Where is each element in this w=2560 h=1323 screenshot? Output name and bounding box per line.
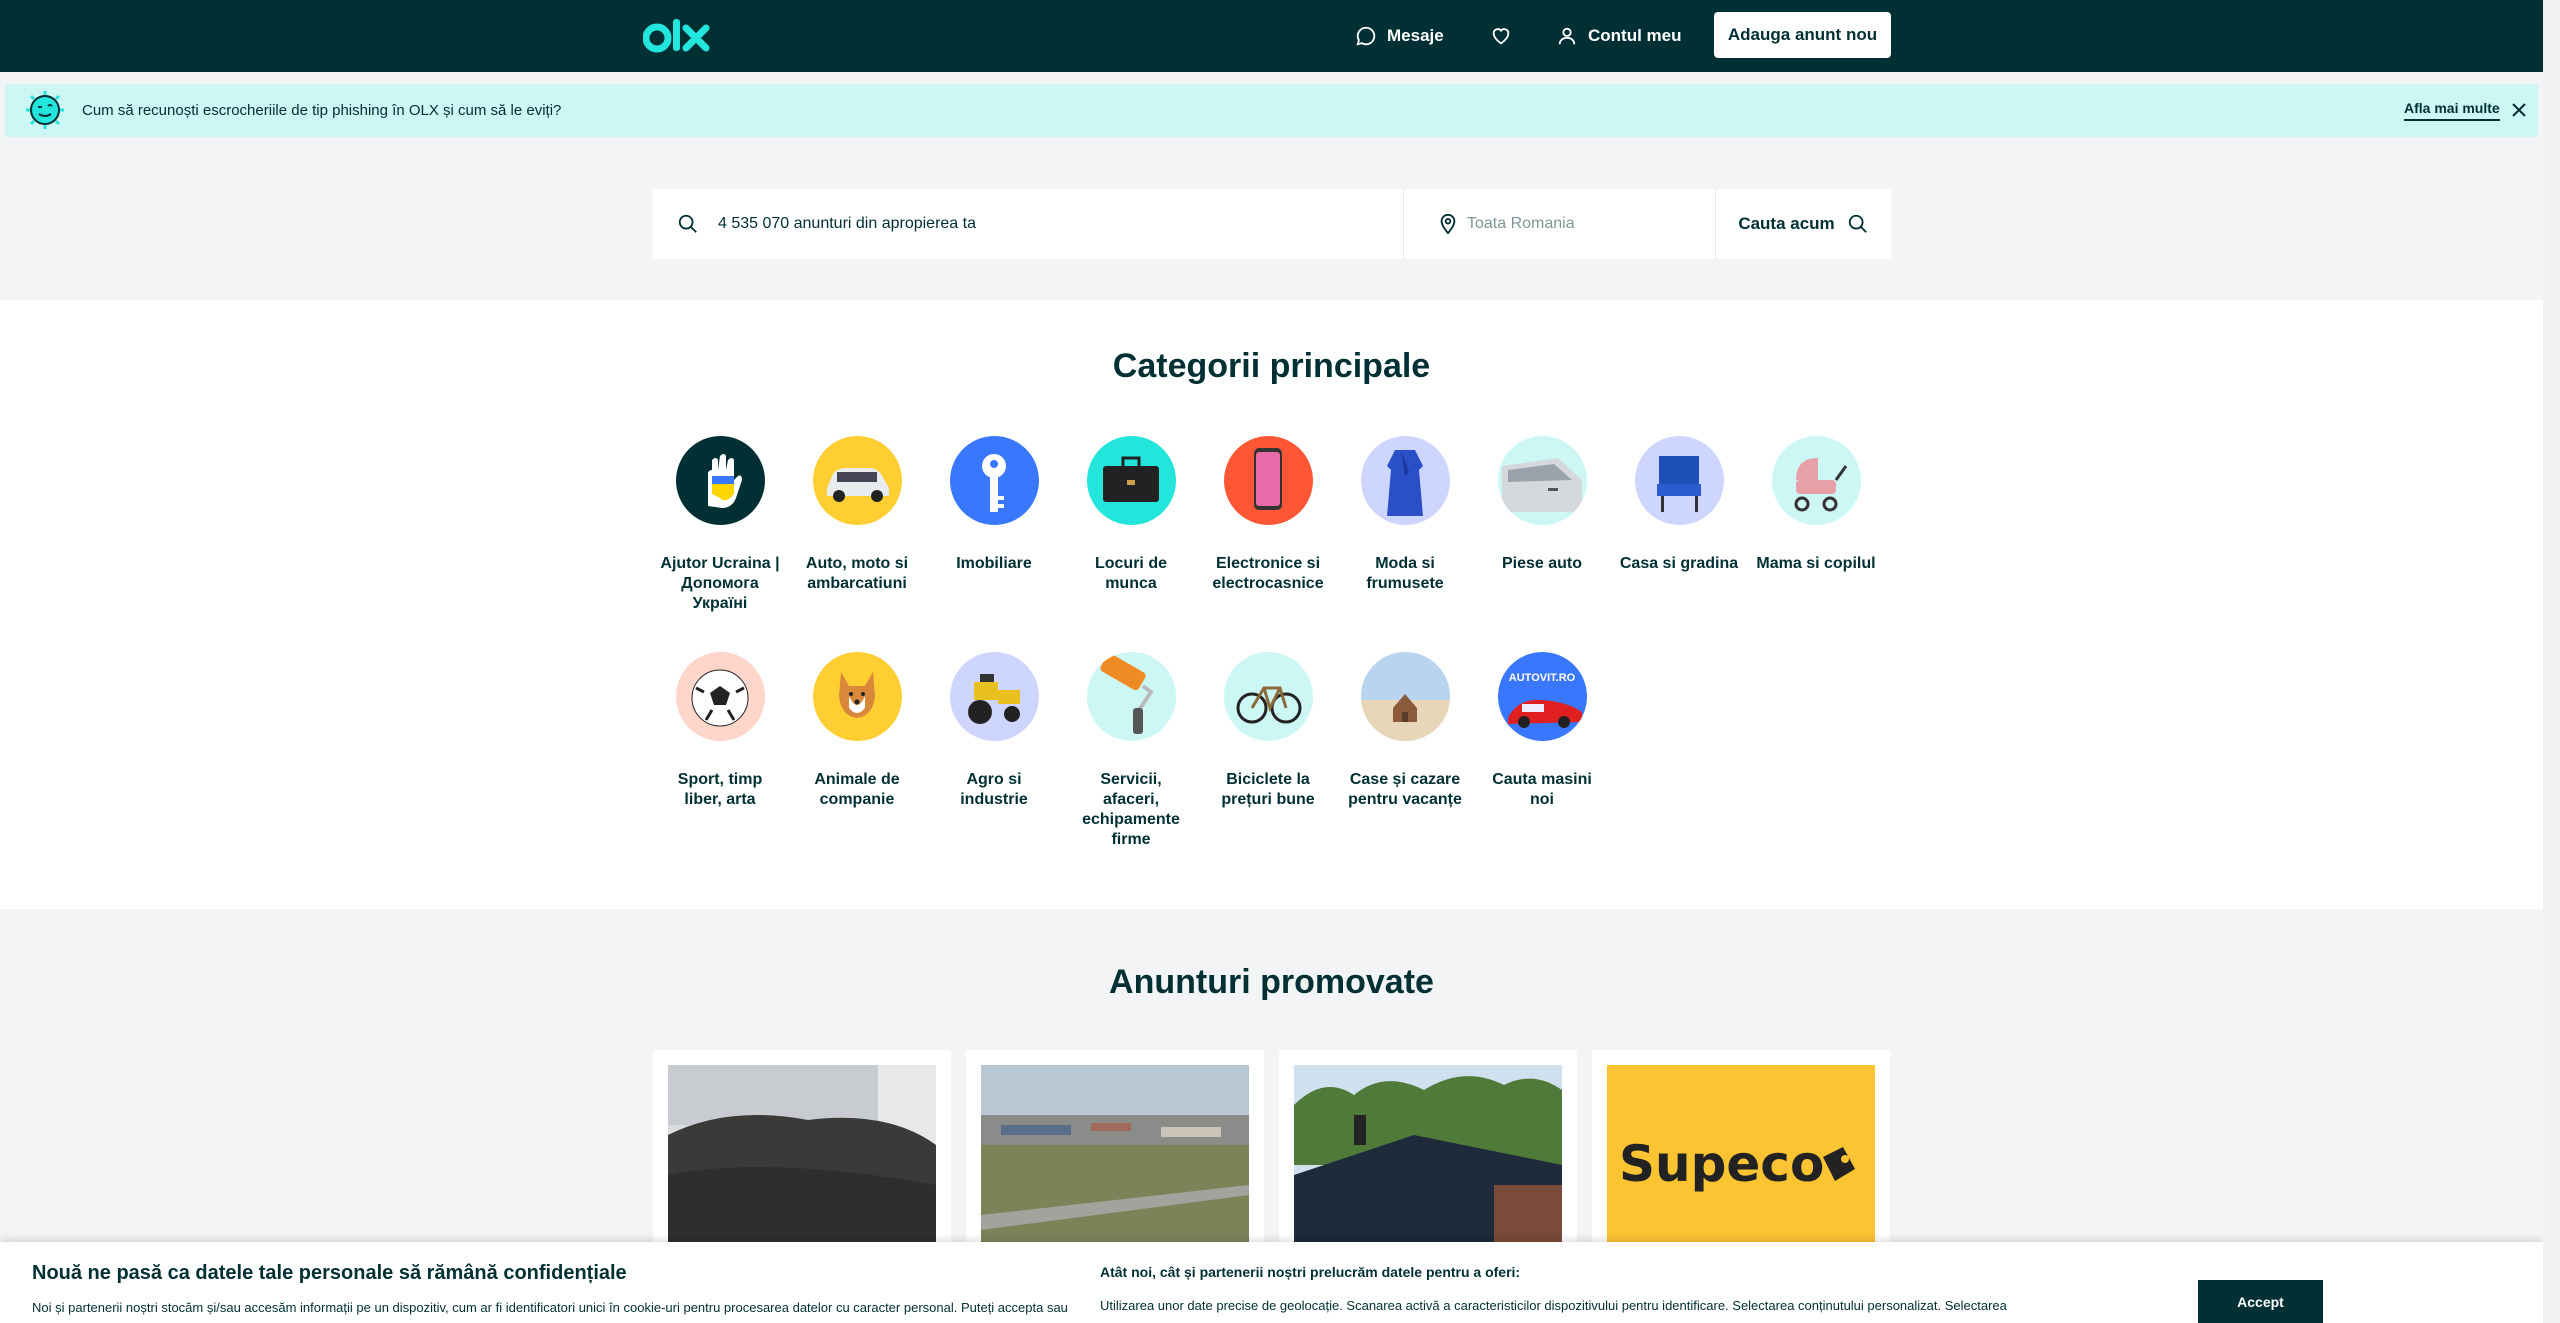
category-label: Case și cazare pentru vacanțe — [1348, 771, 1462, 808]
search-button[interactable]: Cauta acum — [1716, 189, 1891, 259]
category-item[interactable]: Biciclete la prețuri bune — [1208, 652, 1328, 810]
autovit-badge-text: AUTOVIT.RO — [1508, 672, 1576, 684]
location-placeholder: Toata Romania — [1467, 215, 1575, 232]
category-item[interactable]: Ajutor Ucraina | Допомога Україні — [660, 436, 780, 614]
car-door-icon — [1497, 436, 1587, 525]
category-item[interactable]: Agro si industrie — [934, 652, 1054, 810]
category-item[interactable]: Mama si copilul — [1756, 436, 1876, 574]
category-item[interactable]: Locuri de munca — [1071, 436, 1191, 594]
category-label: Ajutor Ucraina | Допомога Україні — [660, 555, 780, 612]
user-icon — [1558, 27, 1576, 45]
chat-bubble-icon — [1356, 26, 1376, 46]
category-label: Mama si copilul — [1756, 555, 1876, 572]
category-label: Biciclete la prețuri bune — [1221, 771, 1315, 808]
category-label: Sport, timp liber, arta — [677, 771, 763, 808]
close-icon[interactable] — [2509, 100, 2529, 120]
olx-logo-icon — [643, 19, 710, 53]
category-item[interactable]: Imobiliare — [934, 436, 1054, 574]
category-item[interactable]: Piese auto — [1482, 436, 1602, 574]
stroller-icon — [1771, 436, 1861, 525]
location-pin-icon — [1440, 213, 1456, 235]
cookie-description: Noi și partenerii noștri stocăm și/sau a… — [32, 1300, 1068, 1315]
favorites-button[interactable] — [1490, 0, 1512, 72]
briefcase-icon — [1086, 436, 1176, 525]
cookie-consent-bar: Nouă ne pasă ca datele tale personale să… — [0, 1242, 2543, 1323]
key-icon — [949, 436, 1039, 525]
search-bar: 4 535 070 anunturi din apropierea ta Toa… — [653, 189, 1891, 259]
alert-face-icon — [26, 91, 64, 129]
category-item[interactable]: Auto, moto si ambarcatiuni — [797, 436, 917, 594]
supeco-logo-text: Supeco — [1619, 1135, 1825, 1193]
categories-title: Categorii principale — [1112, 347, 1431, 385]
learn-more-link[interactable]: Afla mai multe — [2404, 100, 2500, 121]
location-input[interactable]: Toata Romania — [1404, 189, 1716, 259]
category-label: Electronice si electrocasnice — [1212, 555, 1324, 592]
account-link[interactable]: Contul meu — [1556, 0, 1682, 72]
search-icon — [1848, 214, 1867, 233]
post-ad-button[interactable]: Adauga anunt nou — [1714, 12, 1891, 58]
top-navbar: Mesaje Contul meu Adauga anunt nou — [0, 0, 2543, 72]
bicycle-icon — [1223, 652, 1313, 741]
search-query-text: 4 535 070 anunturi din apropierea ta — [718, 215, 976, 232]
autovit-icon: AUTOVIT.RO — [1497, 652, 1587, 741]
main-categories-section: Categorii principale Ajutor Ucraina | До… — [0, 300, 2543, 909]
dress-icon — [1360, 436, 1450, 525]
soil-pile-photo — [668, 1065, 936, 1250]
category-item[interactable]: Sport, timp liber, arta — [660, 652, 780, 810]
phishing-info-banner: Cum să recunoști escrocheriile de tip ph… — [5, 84, 2538, 137]
messages-link[interactable]: Mesaje — [1355, 0, 1444, 72]
tractor-icon — [949, 652, 1039, 741]
cookie-purposes-title: Atât noi, cât și partenerii noștri prelu… — [1100, 1264, 1521, 1280]
beach-house-icon — [1360, 652, 1450, 741]
house-roof-photo — [1294, 1065, 1562, 1250]
account-label: Contul meu — [1588, 26, 1682, 45]
heart-icon — [1492, 28, 1510, 45]
olx-logo[interactable] — [643, 16, 713, 56]
search-input[interactable]: 4 535 070 anunturi din apropierea ta — [653, 189, 1404, 259]
supeco-logo: Supeco — [1607, 1065, 1875, 1250]
category-label: Piese auto — [1501, 555, 1583, 572]
paint-roller-icon — [1086, 652, 1176, 741]
cookie-title: Nouă ne pasă ca datele tale personale să… — [32, 1262, 627, 1284]
dog-icon — [812, 652, 902, 741]
supeco-tag-icon — [1823, 1147, 1855, 1181]
category-label: Moda si frumusete — [1366, 555, 1444, 592]
promoted-title: Anunturi promovate — [1109, 963, 1434, 1001]
category-label: Auto, moto si ambarcatiuni — [805, 555, 909, 592]
accept-cookies-button[interactable]: Accept — [2198, 1280, 2323, 1323]
category-item[interactable]: Moda si frumusete — [1345, 436, 1465, 594]
chair-icon — [1634, 436, 1724, 525]
category-label: Cauta masini noi — [1492, 771, 1592, 808]
category-label: Locuri de munca — [1094, 555, 1167, 592]
football-icon — [675, 652, 765, 741]
search-button-label: Cauta acum — [1738, 214, 1835, 233]
land-plot-aerial-photo — [981, 1065, 1249, 1250]
ukraine-hand-icon — [675, 436, 765, 525]
category-item[interactable]: Animale de companie — [797, 652, 917, 810]
category-item[interactable]: Electronice si electrocasnice — [1208, 436, 1328, 594]
cookie-purposes-text: Utilizarea unor date precise de geolocaț… — [1100, 1298, 2007, 1313]
category-label: Servicii, afaceri, echipamente firme — [1082, 771, 1180, 848]
category-label: Casa si gradina — [1619, 555, 1739, 572]
messages-label: Mesaje — [1387, 26, 1444, 45]
category-item[interactable]: Casa si gradina — [1619, 436, 1739, 574]
search-icon — [678, 214, 697, 233]
phone-icon — [1223, 436, 1313, 525]
category-item[interactable]: Case și cazare pentru vacanțe — [1345, 652, 1465, 810]
page-scrollbar[interactable] — [2543, 0, 2560, 1323]
car-icon — [812, 436, 902, 525]
category-label: Agro si industrie — [960, 771, 1028, 808]
category-label: Animale de companie — [814, 771, 900, 808]
banner-message: Cum să recunoști escrocheriile de tip ph… — [82, 102, 562, 119]
category-item[interactable]: AUTOVIT.RO Cauta masini noi — [1482, 652, 1602, 810]
category-item[interactable]: Servicii, afaceri, echipamente firme — [1071, 652, 1191, 850]
category-label: Imobiliare — [956, 555, 1032, 572]
